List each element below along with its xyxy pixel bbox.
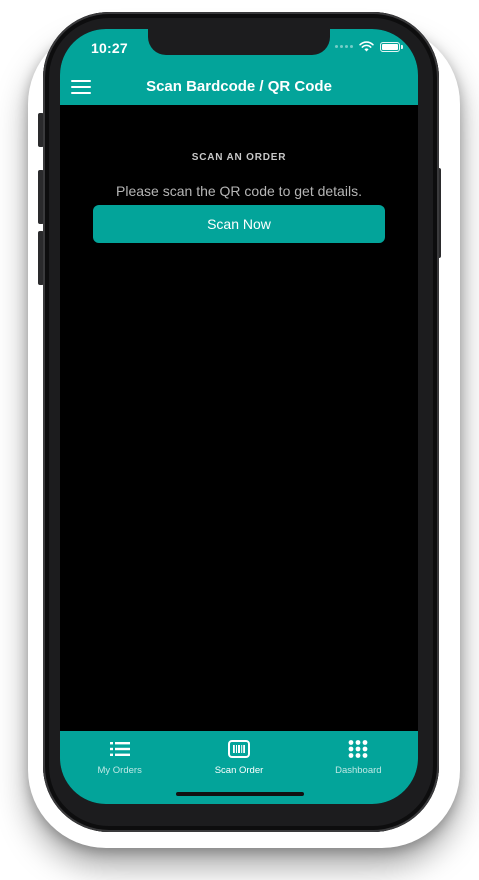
status-icons — [335, 41, 403, 52]
battery-icon — [380, 41, 403, 52]
status-time: 10:27 — [91, 40, 128, 56]
tab-label: My Orders — [97, 765, 142, 776]
wifi-icon — [359, 41, 374, 52]
page-title: Scan Bardcode / QR Code — [146, 78, 332, 95]
section-heading: SCAN AN ORDER — [191, 152, 287, 163]
barcode-scanner-icon — [227, 740, 250, 758]
instruction-text: Please scan the QR code to get details. — [116, 183, 362, 199]
phone-screen: 10:27 Scan Bardcode / QR Code SCAN AN OR… — [60, 29, 418, 804]
notch — [148, 29, 330, 55]
tab-label: Scan Order — [214, 765, 264, 776]
tab-my-orders[interactable]: My Orders — [60, 731, 179, 804]
grid-dots-icon — [347, 740, 369, 758]
scan-now-button[interactable]: Scan Now — [93, 205, 385, 243]
tab-dashboard[interactable]: Dashboard — [299, 731, 418, 804]
home-indicator[interactable] — [176, 792, 304, 796]
list-icon — [109, 740, 131, 758]
page: 10:27 Scan Bardcode / QR Code SCAN AN OR… — [0, 0, 479, 880]
cellular-signal-icon — [335, 45, 353, 48]
app-header: 10:27 Scan Bardcode / QR Code — [60, 29, 418, 105]
tab-label: Dashboard — [335, 765, 382, 776]
